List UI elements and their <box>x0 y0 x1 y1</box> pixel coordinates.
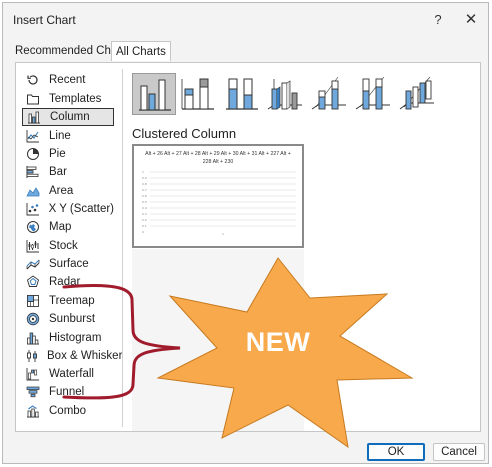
category-combo[interactable]: Combo <box>22 402 114 420</box>
insert-chart-dialog: Insert Chart ? ✕ Recommended Charts All … <box>2 2 489 464</box>
tab-all-charts[interactable]: All Charts <box>111 41 171 61</box>
panel-divider <box>122 69 123 427</box>
cancel-button[interactable]: Cancel <box>433 443 485 461</box>
recent-icon <box>25 72 41 88</box>
preview-chart-title: Alt + 26 Alt + 27 Alt + 28 Alt + 29 Alt … <box>145 151 291 165</box>
ok-button[interactable]: OK <box>367 443 425 461</box>
category-label: Pie <box>49 148 66 160</box>
histogram-chart-icon <box>25 330 41 346</box>
area-chart-icon <box>25 183 41 199</box>
svg-text:0.1: 0.1 <box>142 224 147 228</box>
category-bar[interactable]: Bar <box>22 163 114 181</box>
category-stock[interactable]: Stock <box>22 237 114 255</box>
funnel-chart-icon <box>25 384 41 400</box>
category-radar[interactable]: Radar <box>22 273 114 291</box>
tab-content-panel: Recent Templates Column Line Pie Bar Are… <box>15 62 481 432</box>
category-label: Recent <box>49 74 86 86</box>
category-xy-scatter[interactable]: X Y (Scatter) <box>22 200 114 218</box>
svg-text:0.8: 0.8 <box>142 182 147 186</box>
new-badge-label: NEW <box>245 327 311 357</box>
category-templates[interactable]: Templates <box>22 90 114 108</box>
category-line[interactable]: Line <box>22 127 114 145</box>
category-pie[interactable]: Pie <box>22 145 114 163</box>
box-whisker-chart-icon <box>25 348 39 364</box>
svg-text:0.3: 0.3 <box>142 212 147 216</box>
category-label: Treemap <box>49 295 95 307</box>
title-bar: Insert Chart ? ✕ <box>3 3 488 35</box>
help-button[interactable]: ? <box>427 9 449 31</box>
treemap-chart-icon <box>25 293 41 309</box>
category-label: Templates <box>49 93 102 105</box>
chart-preview[interactable]: Alt + 26 Alt + 27 Alt + 28 Alt + 29 Alt … <box>132 144 304 248</box>
subtype-100-stacked-column[interactable] <box>220 73 264 115</box>
category-label: Funnel <box>49 386 85 398</box>
category-recent[interactable]: Recent <box>22 71 114 89</box>
map-chart-icon <box>25 219 41 235</box>
category-label: Surface <box>49 258 89 270</box>
category-area[interactable]: Area <box>22 182 114 200</box>
category-label: Sunburst <box>49 313 96 325</box>
svg-text:0: 0 <box>142 230 144 234</box>
subtype-3d-stacked-column[interactable] <box>308 73 352 115</box>
line-chart-icon <box>25 128 41 144</box>
category-surface[interactable]: Surface <box>22 255 114 273</box>
surface-chart-icon <box>25 256 41 272</box>
category-label: Map <box>49 221 72 233</box>
sunburst-chart-icon <box>25 311 41 327</box>
svg-text:0.9: 0.9 <box>142 176 147 180</box>
category-label: Radar <box>49 276 81 288</box>
svg-text:1: 1 <box>142 170 144 174</box>
category-label: Combo <box>49 405 87 417</box>
category-label: Waterfall <box>49 368 94 380</box>
pie-chart-icon <box>25 146 41 162</box>
subtype-title: Clustered Column <box>132 126 237 141</box>
svg-text:0.4: 0.4 <box>142 206 147 210</box>
category-box-whisker[interactable]: Box & Whisker <box>22 347 122 365</box>
category-sunburst[interactable]: Sunburst <box>22 310 114 328</box>
dialog-title: Insert Chart <box>13 13 76 27</box>
subtype-3d-clustered-column[interactable] <box>264 73 308 115</box>
svg-text:0.5: 0.5 <box>142 200 147 204</box>
column-chart-icon <box>26 109 42 125</box>
tab-recommended-charts[interactable]: Recommended Charts <box>15 41 130 61</box>
category-map[interactable]: Map <box>22 218 114 236</box>
category-label: Stock <box>49 240 78 252</box>
subtype-stacked-column[interactable] <box>176 73 220 115</box>
category-column[interactable]: Column <box>22 108 114 126</box>
category-funnel[interactable]: Funnel <box>22 383 114 401</box>
category-label: Line <box>49 130 71 142</box>
subtype-clustered-column[interactable] <box>132 73 176 115</box>
category-label: Column <box>50 111 90 123</box>
category-label: Bar <box>49 166 67 178</box>
combo-chart-icon <box>25 403 41 419</box>
category-label: Histogram <box>49 332 102 344</box>
category-label: X Y (Scatter) <box>48 203 114 215</box>
category-label: Box & Whisker <box>47 350 123 362</box>
subtype-3d-column[interactable] <box>396 73 440 115</box>
templates-icon <box>25 91 41 107</box>
svg-text:0.6: 0.6 <box>142 194 147 198</box>
category-histogram[interactable]: Histogram <box>22 329 114 347</box>
waterfall-chart-icon <box>25 366 41 382</box>
svg-text:0.2: 0.2 <box>142 218 147 222</box>
scatter-chart-icon <box>25 201 41 217</box>
close-button[interactable]: ✕ <box>460 9 482 31</box>
preview-plot-area: 1 0.9 0.8 0.7 0.6 0.5 0.4 0.3 0.2 0.1 0 … <box>142 170 296 236</box>
svg-text:1: 1 <box>222 232 224 236</box>
bar-chart-icon <box>25 164 41 180</box>
subtype-3d-100-stacked-column[interactable] <box>352 73 396 115</box>
stock-chart-icon <box>25 238 41 254</box>
category-waterfall[interactable]: Waterfall <box>22 365 114 383</box>
category-treemap[interactable]: Treemap <box>22 292 114 310</box>
radar-chart-icon <box>25 274 41 290</box>
svg-text:0.7: 0.7 <box>142 188 147 192</box>
category-label: Area <box>49 185 74 197</box>
